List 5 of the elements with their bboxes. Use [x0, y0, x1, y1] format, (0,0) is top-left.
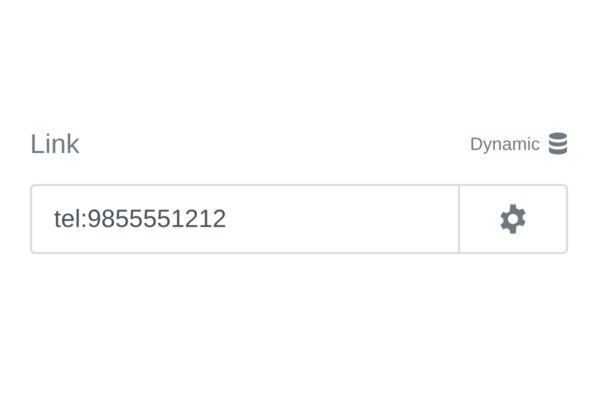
settings-button[interactable]	[458, 184, 568, 254]
dynamic-button[interactable]: Dynamic	[470, 130, 568, 158]
field-label: Link	[30, 128, 80, 160]
database-icon	[548, 132, 568, 156]
link-field[interactable]: tel:9855551212	[30, 184, 458, 254]
